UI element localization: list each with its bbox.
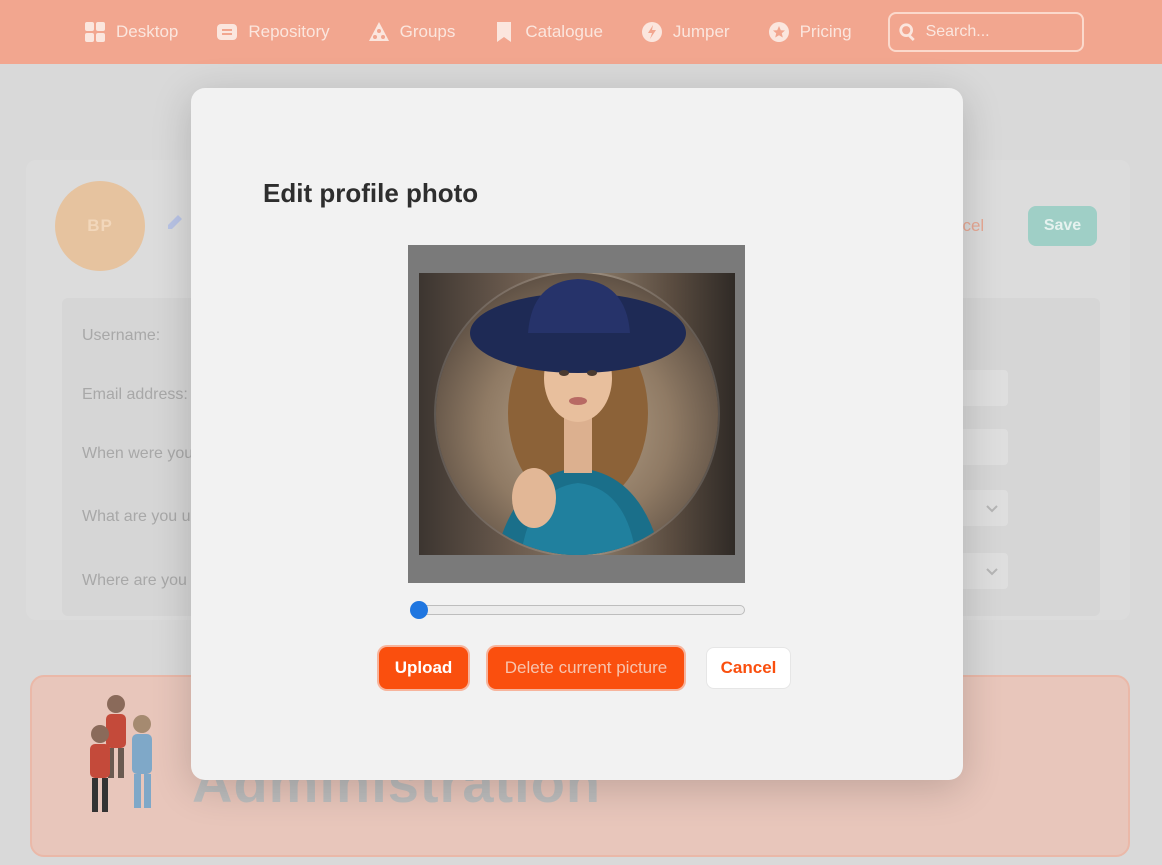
- top-navigation: Desktop Repository Groups Catalogue Jump…: [0, 0, 1162, 64]
- usage-select[interactable]: [960, 490, 1008, 526]
- search-input[interactable]: Search...: [887, 12, 1084, 52]
- nav-item-label: Pricing: [799, 22, 852, 41]
- nav-item-label: Groups: [399, 22, 456, 41]
- edit-photo-modal: Edit profile photo Upload Delete current…: [191, 88, 963, 780]
- nav-item-desktop[interactable]: Desktop: [84, 21, 178, 43]
- birthdate-field[interactable]: [960, 429, 1008, 465]
- nav-item-label: Desktop: [116, 22, 179, 41]
- groups-icon: [368, 22, 389, 41]
- crop-circle[interactable]: [436, 273, 718, 555]
- jumper-icon: [641, 22, 662, 42]
- portrait-image: [470, 279, 686, 555]
- chevron-down-icon: [986, 568, 998, 576]
- delete-picture-button[interactable]: Delete current picture: [488, 647, 684, 689]
- nav-item-repository[interactable]: Repository: [216, 21, 330, 43]
- location-label: Where are you l: [82, 572, 195, 589]
- nav-item-label: Repository: [248, 22, 330, 41]
- zoom-slider[interactable]: [410, 601, 745, 619]
- save-button[interactable]: Save: [1028, 206, 1097, 246]
- avatar[interactable]: BP: [55, 181, 145, 271]
- star-icon: [768, 22, 789, 42]
- pencil-icon[interactable]: [165, 212, 185, 232]
- chevron-down-icon: [986, 505, 998, 513]
- nav-item-label: Jumper: [672, 22, 730, 41]
- nav-item-jumper[interactable]: Jumper: [641, 21, 730, 43]
- crop-frame: [408, 245, 745, 583]
- modal-title: Edit profile photo: [263, 178, 479, 208]
- email-field[interactable]: [960, 370, 1008, 406]
- search-placeholder: Search...: [925, 23, 990, 40]
- search-icon: [898, 23, 915, 41]
- repository-icon: [217, 24, 238, 40]
- bookmark-icon: [497, 22, 512, 42]
- cancel-button[interactable]: Cancel: [706, 647, 791, 689]
- nav-item-catalogue[interactable]: Catalogue: [493, 21, 603, 43]
- grid-icon: [85, 22, 105, 42]
- email-label: Email address:: [82, 386, 188, 403]
- location-select[interactable]: [960, 553, 1008, 589]
- usage-label: What are you u: [82, 508, 191, 525]
- nav-item-label: Catalogue: [525, 22, 603, 41]
- people-illustration: [90, 695, 152, 812]
- username-label: Username:: [82, 327, 161, 344]
- upload-button[interactable]: Upload: [379, 647, 468, 689]
- nav-item-groups[interactable]: Groups: [368, 21, 456, 43]
- photo-preview[interactable]: [419, 273, 735, 555]
- avatar-initials: BP: [87, 216, 113, 235]
- birthdate-label: When were you: [82, 445, 194, 462]
- nav-item-pricing[interactable]: Pricing: [768, 21, 852, 43]
- zoom-slider-handle[interactable]: [410, 601, 428, 619]
